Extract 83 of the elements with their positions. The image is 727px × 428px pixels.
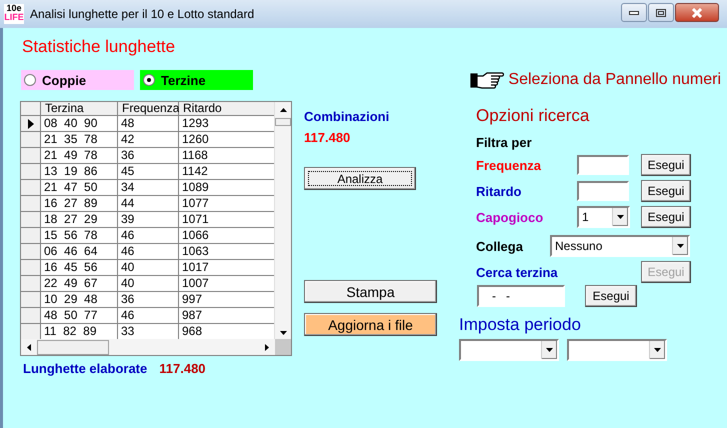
table-cell: 22 49 67 [41, 276, 118, 292]
maximize-button[interactable] [648, 3, 674, 22]
dropdown-arrow-icon [676, 243, 685, 249]
pointing-hand-icon [470, 71, 504, 89]
table-cell: 16 45 56 [41, 260, 118, 276]
table-cell: 40 [118, 276, 179, 292]
table-cell: 15 56 78 [41, 228, 118, 244]
table-cell: 46 [118, 308, 179, 324]
input-field[interactable] [577, 155, 629, 175]
table-cell: 10 29 48 [41, 292, 118, 308]
table-cell: 48 [118, 116, 179, 132]
run-button[interactable]: Esegui [641, 180, 691, 202]
mode-radio[interactable]: Terzine [140, 70, 253, 90]
close-icon [691, 8, 703, 18]
table-cell: 46 [118, 244, 179, 260]
table-cell: 46 [118, 228, 179, 244]
dropdown[interactable] [459, 339, 559, 361]
current-row-icon [28, 118, 34, 128]
table-cell: 40 [118, 260, 179, 276]
table-cell: 36 [118, 292, 179, 308]
table-cell: 45 [118, 164, 179, 180]
scroll-up-icon [280, 108, 286, 112]
table-cell: 08 40 90 [41, 116, 118, 132]
dropdown-arrow-icon [616, 214, 625, 220]
table-cell: 21 47 50 [41, 180, 118, 196]
dropdown[interactable]: 1 [577, 206, 630, 228]
dropdown[interactable]: Nessuno [550, 235, 690, 257]
table-cell: 18 27 29 [41, 212, 118, 228]
scroll-thumb[interactable] [275, 118, 291, 126]
action-button[interactable]: Stampa [304, 280, 437, 303]
run-button[interactable]: Esegui [641, 154, 691, 176]
table-cell: 36 [118, 148, 179, 164]
vertical-scrollbar[interactable] [274, 102, 291, 341]
table-cell: 42 [118, 132, 179, 148]
table-cell: 21 49 78 [41, 148, 118, 164]
column-header[interactable]: Ritardo [179, 102, 277, 116]
mode-radio[interactable]: Coppie [21, 70, 134, 90]
filter-label: Ritardo [476, 184, 522, 198]
row-selector[interactable] [21, 116, 41, 132]
action-button[interactable]: Analizza [304, 167, 416, 190]
table-cell: 21 35 78 [41, 132, 118, 148]
filter-label: Filtra per [476, 135, 533, 150]
input-field[interactable] [577, 181, 629, 201]
scroll-left-icon [27, 344, 31, 350]
filter-label: Frequenza [476, 158, 542, 172]
section-title: Imposta periodo [459, 315, 582, 335]
processed-label: Lunghette elaborate [23, 361, 148, 376]
combinations-count: 117.480 [304, 130, 352, 145]
table-cell: 44 [118, 196, 179, 212]
table-cell: 39 [118, 212, 179, 228]
table-cell: 48 50 77 [41, 308, 118, 324]
table-cell: 16 27 89 [41, 196, 118, 212]
table-cell: 34 [118, 180, 179, 196]
run-button[interactable]: Esegui [641, 206, 691, 228]
window-title: Analisi lunghette per il 10 e Lotto standard [30, 7, 256, 21]
column-header[interactable]: Frequenza [118, 102, 179, 116]
dropdown-arrow-icon [545, 347, 554, 353]
search-label: Cerca terzina [476, 264, 559, 280]
minimize-button[interactable] [621, 3, 647, 22]
section-title: Opzioni ricerca [476, 106, 590, 126]
dropdown-arrow-icon [653, 347, 662, 353]
scroll-down-icon [280, 331, 286, 335]
link-label: Collega [476, 238, 524, 254]
filter-label: Capogioco [476, 210, 544, 224]
input-field[interactable]: - - [477, 285, 565, 307]
maximize-icon [656, 8, 666, 16]
scrollbar-corner [275, 339, 291, 355]
processed-count: 117.480 [159, 361, 206, 376]
page-heading: Statistiche lunghette [22, 37, 176, 57]
close-button[interactable] [675, 3, 719, 22]
column-header[interactable]: Terzina [41, 102, 118, 116]
run-button[interactable]: Esegui [585, 285, 637, 307]
dropdown[interactable] [567, 339, 667, 361]
action-button[interactable]: Aggiorna i file [304, 313, 437, 336]
scroll-right-icon [265, 344, 269, 350]
combinations-label: Combinazioni [304, 109, 390, 124]
scroll-thumb[interactable] [37, 340, 109, 355]
table-cell: 06 46 64 [41, 244, 118, 260]
app-logo: 10e LIFE [4, 4, 24, 24]
minimize-icon [629, 10, 639, 14]
table-cell: 13 19 86 [41, 164, 118, 180]
panel-link[interactable]: Seleziona da Pannello numeri [508, 71, 721, 89]
horizontal-scrollbar[interactable] [21, 339, 275, 355]
